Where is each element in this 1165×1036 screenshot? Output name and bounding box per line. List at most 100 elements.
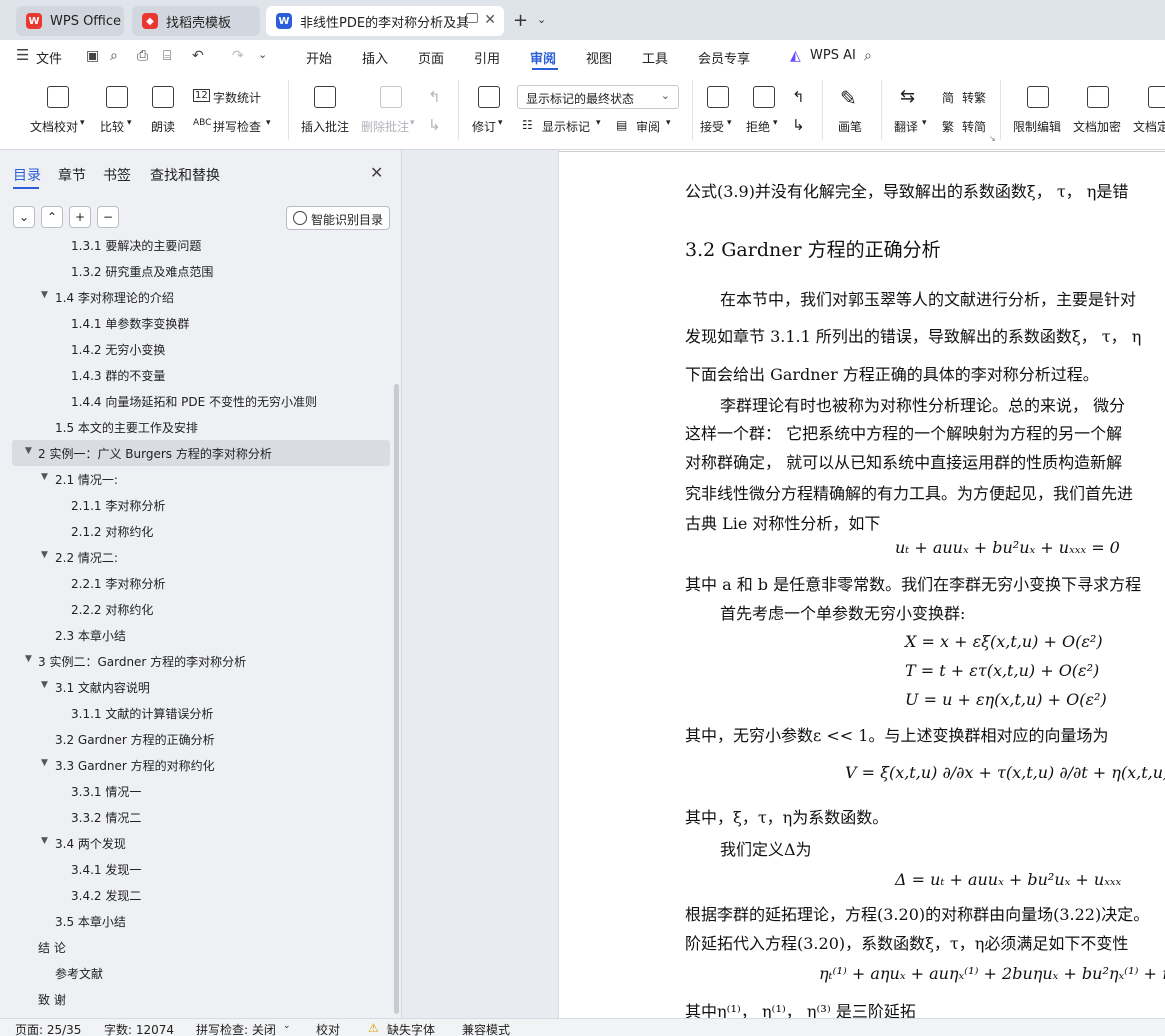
- to-simplified-button[interactable]: 转简: [962, 118, 986, 135]
- menu-file[interactable]: 文件: [36, 48, 62, 67]
- delete-comment-button[interactable]: 删除批注: [361, 118, 409, 135]
- chevron-down-icon[interactable]: ▾: [922, 118, 927, 128]
- page-indicator[interactable]: 页面: 25/35: [15, 1021, 81, 1036]
- chevron-down-icon[interactable]: ▾: [727, 118, 732, 128]
- pen-button[interactable]: 画笔: [838, 118, 862, 135]
- print-preview-icon[interactable]: ⌸: [163, 48, 171, 64]
- menu-insert[interactable]: 插入: [362, 48, 388, 67]
- tab-find-replace[interactable]: 查找和替换: [150, 165, 220, 185]
- spell-check-button[interactable]: 拼写检查: [213, 118, 261, 135]
- toc-item[interactable]: 1.3.1 要解决的主要问题: [0, 238, 394, 258]
- encrypt-button[interactable]: 文档加密: [1073, 118, 1121, 135]
- chevron-down-icon[interactable]: ⌄: [283, 1021, 291, 1031]
- menu-page[interactable]: 页面: [418, 48, 444, 67]
- tab-wps-office[interactable]: W WPS Office: [16, 6, 124, 36]
- restrict-edit-button[interactable]: 限制编辑: [1013, 118, 1061, 135]
- menu-review[interactable]: 审阅: [530, 48, 556, 67]
- toc-item[interactable]: 2.3 本章小结: [0, 622, 394, 648]
- expand-arrow-icon[interactable]: ▼: [41, 836, 48, 846]
- chevron-down-icon[interactable]: ▾: [410, 118, 415, 128]
- chevron-down-icon[interactable]: ▾: [80, 118, 85, 128]
- chevron-down-icon[interactable]: ▾: [773, 118, 778, 128]
- toc-item[interactable]: 参考文献: [0, 960, 394, 986]
- toc-item[interactable]: 2.2.1 李对称分析: [0, 570, 394, 596]
- toc-item[interactable]: 1.4.3 群的不变量: [0, 362, 394, 388]
- reject-button[interactable]: 拒绝: [746, 118, 770, 135]
- accept-button[interactable]: 接受: [700, 118, 724, 135]
- insert-comment-button[interactable]: 插入批注: [301, 118, 349, 135]
- expand-arrow-icon[interactable]: ▼: [41, 550, 48, 560]
- toc-item[interactable]: ▼ 2.2 情况二:: [0, 544, 394, 570]
- read-aloud-button[interactable]: 朗读: [151, 118, 175, 135]
- expand-button[interactable]: ⌃: [41, 206, 63, 228]
- toc-item[interactable]: 2.2.2 对称约化: [0, 596, 394, 622]
- doc-check-button[interactable]: 文档校对: [30, 118, 78, 135]
- close-icon[interactable]: ✕: [370, 163, 383, 182]
- menu-home[interactable]: 开始: [306, 48, 332, 67]
- show-markup-button[interactable]: 显示标记: [542, 118, 590, 135]
- compare-button[interactable]: 比较: [100, 118, 124, 135]
- toc-item[interactable]: 2.1.1 李对称分析: [0, 492, 394, 518]
- toc-item[interactable]: 2.1.2 对称约化: [0, 518, 394, 544]
- toc-item[interactable]: 3.3.2 情况二: [0, 804, 394, 830]
- toc-item[interactable]: ▼ 3.1 文献内容说明: [0, 674, 394, 700]
- remove-heading-button[interactable]: −: [97, 206, 119, 228]
- compat-mode-status[interactable]: 兼容模式: [462, 1021, 510, 1036]
- toc-item[interactable]: 3.2 Gardner 方程的正确分析: [0, 726, 394, 752]
- add-heading-button[interactable]: +: [69, 206, 91, 228]
- expand-arrow-icon[interactable]: ▼: [41, 680, 48, 690]
- chevron-down-icon[interactable]: ▾: [498, 118, 503, 128]
- menu-view[interactable]: 视图: [586, 48, 612, 67]
- chevron-down-icon[interactable]: ▾: [266, 118, 271, 128]
- expand-arrow-icon[interactable]: ▼: [25, 446, 32, 456]
- close-icon[interactable]: ✕: [484, 12, 496, 28]
- toc-item[interactable]: 1.4.1 单参数李变换群: [0, 310, 394, 336]
- prev-comment-icon[interactable]: ↰: [428, 88, 441, 106]
- toc-item[interactable]: 3.4.1 发现一: [0, 856, 394, 882]
- hamburger-icon[interactable]: ☰: [16, 46, 29, 64]
- expand-arrow-icon[interactable]: ▼: [41, 290, 48, 300]
- finalize-button[interactable]: 文档定: [1133, 118, 1165, 135]
- track-changes-button[interactable]: 修订: [472, 118, 496, 135]
- expand-arrow-icon[interactable]: ▼: [25, 654, 32, 664]
- export-icon[interactable]: ⌕: [110, 48, 118, 64]
- toc-item[interactable]: ▼ 3 实例二：Gardner 方程的李对称分析: [0, 648, 394, 674]
- toc-item[interactable]: ▼ 2 实例一：广义 Burgers 方程的李对称分析: [12, 440, 390, 466]
- toc-item[interactable]: 1.4.2 无穷小变换: [0, 336, 394, 362]
- toc-item[interactable]: 3.1.1 文献的计算错误分析: [0, 700, 394, 726]
- chevron-down-icon[interactable]: ▾: [127, 118, 132, 128]
- spell-check-status[interactable]: 拼写检查: 关闭: [196, 1021, 276, 1036]
- chevron-down-icon[interactable]: ▾: [596, 118, 601, 128]
- toc-item[interactable]: ▼ 3.4 两个发现: [0, 830, 394, 856]
- toc-item[interactable]: ▼ 2.1 情况一:: [0, 466, 394, 492]
- menu-wps-ai[interactable]: WPS AI: [810, 48, 856, 63]
- chevron-down-icon[interactable]: ▾: [666, 118, 671, 128]
- toc-item[interactable]: ▼ 1.4 李对称理论的介绍: [0, 284, 394, 310]
- window-icon[interactable]: [466, 13, 478, 23]
- toc-item[interactable]: 1.4.4 向量场延拓和 PDE 不变性的无穷小准则: [0, 388, 394, 414]
- word-count-button[interactable]: 字数统计: [213, 89, 261, 106]
- menu-membership[interactable]: 会员专享: [698, 48, 750, 67]
- toc-item[interactable]: 致 谢: [0, 986, 394, 1012]
- tab-toc[interactable]: 目录: [13, 165, 41, 185]
- toc-item[interactable]: 结 论: [0, 934, 394, 960]
- tab-current-document[interactable]: W 非线性PDE的李对称分析及其… ✕: [266, 6, 504, 36]
- chevron-down-icon[interactable]: ⌄: [258, 48, 267, 61]
- collapse-all-button[interactable]: ⌄: [13, 206, 35, 228]
- expand-group-icon[interactable]: ↘: [989, 134, 996, 143]
- markup-mode-select[interactable]: 显示标记的最终状态 ⌄: [517, 85, 679, 109]
- expand-arrow-icon[interactable]: ▼: [41, 758, 48, 768]
- toc-item[interactable]: ▼ 3.3 Gardner 方程的对称约化: [0, 752, 394, 778]
- save-icon[interactable]: ▣: [86, 48, 99, 64]
- toc-item[interactable]: 1.3.2 研究重点及难点范围: [0, 258, 394, 284]
- smart-toc-button[interactable]: 智能识别目录: [286, 206, 390, 230]
- tab-bookmarks[interactable]: 书签: [103, 165, 131, 185]
- toc-item[interactable]: 3.4.2 发现二: [0, 882, 394, 908]
- chevron-down-icon[interactable]: ⌄: [537, 13, 546, 26]
- toc-item[interactable]: 1.5 本文的主要工作及安排: [0, 414, 394, 440]
- print-icon[interactable]: ⎙: [137, 48, 148, 64]
- review-pane-button[interactable]: 审阅: [636, 118, 660, 135]
- toc-item[interactable]: 3.3.1 情况一: [0, 778, 394, 804]
- search-icon[interactable]: ⌕: [864, 48, 872, 64]
- menu-tools[interactable]: 工具: [642, 48, 668, 67]
